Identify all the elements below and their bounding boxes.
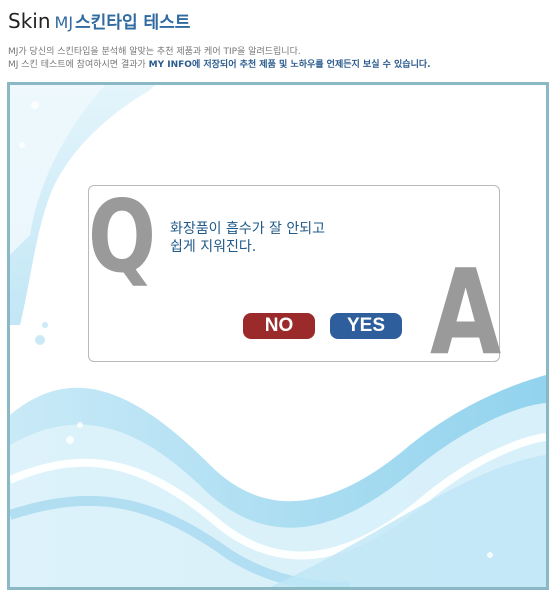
description-line-2-prefix: MJ 스킨 테스트에 참여하시면 결과가 [8, 60, 149, 70]
header: Skin MJ 스킨타입 테스트 MJ가 당신의 스킨타입을 분석해 알맞는 추천 … [0, 0, 556, 82]
a-letter: A [430, 243, 502, 381]
title-skin: Skin [8, 9, 51, 33]
description-line-1: MJ가 당신의 스킨타입을 분석해 알맞는 추천 제품과 케어 TIP을 알려드… [8, 47, 301, 57]
question-text: 화장품이 흡수가 잘 안되고 쉽게 지워진다. [170, 220, 400, 256]
no-button[interactable]: NO [243, 313, 315, 339]
q-letter: Q [88, 178, 157, 295]
page-title: Skin MJ 스킨타입 테스트 [8, 8, 190, 33]
description-line-2: MJ 스킨 테스트에 참여하시면 결과가 MY INFO에 저장되어 추천 제품… [8, 57, 431, 70]
question-line-1: 화장품이 흡수가 잘 안되고 [170, 221, 326, 237]
question-line-2: 쉽게 지워진다. [170, 239, 257, 255]
title-mj: MJ [54, 13, 74, 32]
description-line-2-highlight: MY INFO에 저장되어 추천 제품 및 노하우를 언제든지 보실 수 있습니… [148, 60, 431, 70]
yes-button[interactable]: YES [330, 313, 402, 339]
quiz-frame: Q A 화장품이 흡수가 잘 안되고 쉽게 지워진다. NO YES [7, 82, 549, 590]
title-korean: 스킨타입 테스트 [75, 13, 191, 33]
